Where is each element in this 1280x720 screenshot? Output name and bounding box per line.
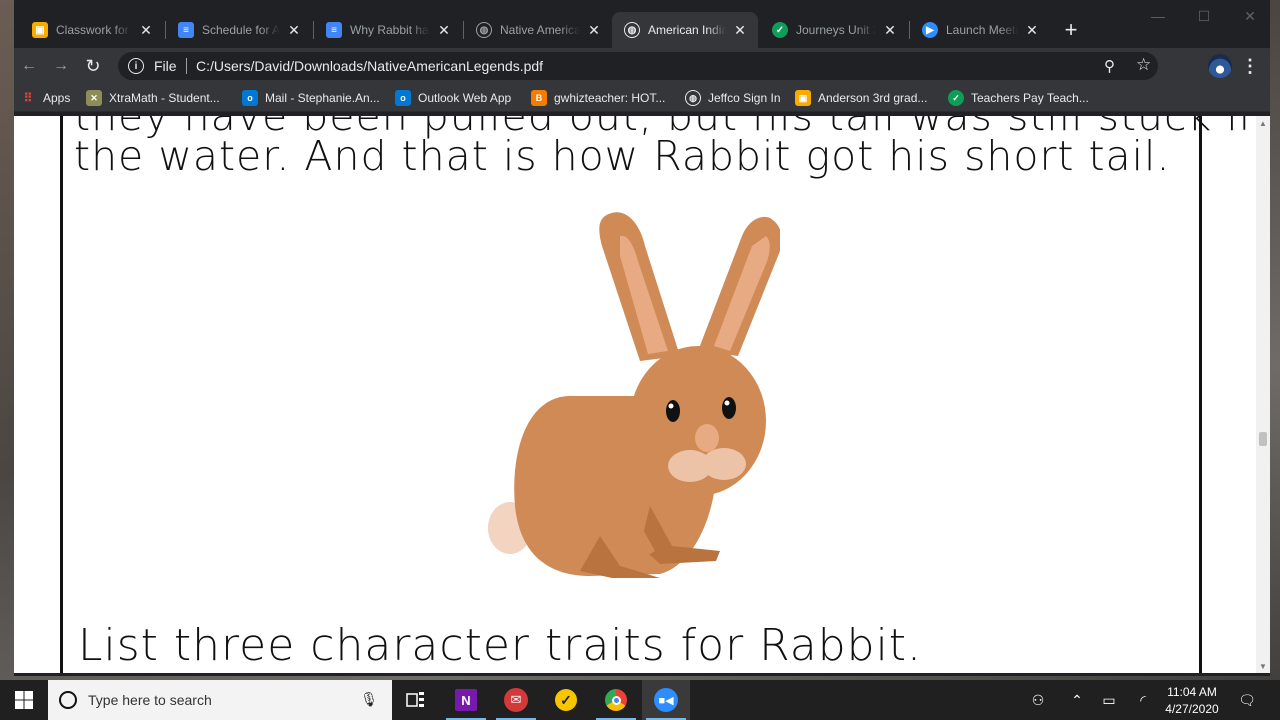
cortana-icon bbox=[59, 691, 77, 709]
windows-taskbar: Type here to search 🎙 N ✉ ✓ ■◀ ⚇ ⌃ ▭ ◜ 1… bbox=[0, 680, 1280, 720]
profile-avatar[interactable] bbox=[1208, 54, 1232, 78]
blogger-icon: B bbox=[531, 90, 547, 106]
outlook-icon: o bbox=[242, 90, 258, 106]
close-icon[interactable]: ✕ bbox=[586, 22, 602, 38]
system-clock[interactable]: 11:04 AM 4/27/2020 bbox=[1160, 684, 1224, 718]
chrome-menu-icon[interactable]: ⋮ bbox=[1241, 54, 1259, 78]
tab-why-rabbit[interactable]: ≡ Why Rabbit ha ✕ bbox=[314, 12, 462, 48]
scroll-up-arrow-icon[interactable]: ▲ bbox=[1256, 116, 1270, 130]
tpt-icon: ✓ bbox=[772, 22, 788, 38]
wifi-icon[interactable]: ◜ bbox=[1132, 680, 1154, 720]
chrome-window: ▣ Classwork for A ✕ ≡ Schedule for A ✕ ≡… bbox=[14, 0, 1270, 676]
norton-app[interactable]: ✓ bbox=[542, 680, 590, 720]
close-window-button[interactable]: ✕ bbox=[1230, 6, 1270, 26]
people-icon[interactable]: ⚇ bbox=[1026, 680, 1050, 720]
pdf-viewer[interactable]: they have been pulled out, but his tail … bbox=[14, 116, 1270, 673]
mail-icon: ✉ bbox=[504, 688, 528, 712]
minimize-button[interactable]: — bbox=[1138, 6, 1178, 26]
browser-toolbar: ← → ↻ i File C:/Users/David/Downloads/Na… bbox=[14, 48, 1270, 84]
bookmark-tpt[interactable]: ✓ Teachers Pay Teach... bbox=[948, 88, 1089, 108]
maximize-button[interactable]: ☐ bbox=[1184, 6, 1224, 26]
tab-native-america[interactable]: ◍ Native America ✕ bbox=[464, 12, 612, 48]
tab-launch-meeting[interactable]: ▶ Launch Meeting ✕ bbox=[910, 12, 1050, 48]
address-bar[interactable]: i File C:/Users/David/Downloads/NativeAm… bbox=[118, 52, 1158, 80]
classroom-icon: ▣ bbox=[32, 22, 48, 38]
chrome-app[interactable] bbox=[592, 680, 640, 720]
bookmarks-bar: ⠿ Apps ✕ XtraMath - Student... o Mail - … bbox=[14, 84, 1270, 112]
close-icon[interactable]: ✕ bbox=[286, 22, 302, 38]
back-button[interactable]: ← bbox=[16, 54, 42, 78]
globe-icon: ◍ bbox=[685, 90, 701, 106]
site-info-icon[interactable]: i bbox=[128, 58, 144, 74]
xtramath-icon: ✕ bbox=[86, 90, 102, 106]
page-border-left bbox=[60, 116, 63, 673]
action-center-icon[interactable]: 🗨 bbox=[1234, 680, 1260, 720]
bookmark-outlook[interactable]: o Outlook Web App bbox=[395, 88, 511, 108]
zoom-icon: ▶ bbox=[922, 22, 938, 38]
tray-chevron-icon[interactable]: ⌃ bbox=[1066, 680, 1088, 720]
url-text[interactable]: C:/Users/David/Downloads/NativeAmericanL… bbox=[196, 58, 543, 74]
globe-icon: ◍ bbox=[476, 22, 492, 38]
bookmark-gwhizteacher[interactable]: B gwhizteacher: HOT... bbox=[531, 88, 665, 108]
new-tab-button[interactable]: + bbox=[1058, 17, 1084, 43]
docs-icon: ≡ bbox=[326, 22, 342, 38]
url-divider bbox=[186, 58, 187, 74]
bookmark-apps[interactable]: ⠿ Apps bbox=[20, 88, 71, 108]
battery-icon[interactable]: ▭ bbox=[1098, 680, 1120, 720]
tab-classwork[interactable]: ▣ Classwork for A ✕ bbox=[20, 12, 164, 48]
url-scheme: File bbox=[154, 58, 177, 74]
forward-button[interactable]: → bbox=[48, 54, 74, 78]
zoom-app[interactable]: ■◀ bbox=[642, 680, 690, 720]
tpt-icon: ✓ bbox=[948, 90, 964, 106]
onenote-icon: N bbox=[455, 689, 477, 711]
task-view-icon bbox=[406, 692, 424, 707]
close-icon[interactable]: ✕ bbox=[732, 22, 748, 38]
pdf-text-line-1: the water. And that is how Rabbit got hi… bbox=[74, 132, 1171, 180]
tab-journeys[interactable]: ✓ Journeys Unit 2 ✕ bbox=[760, 12, 908, 48]
close-icon[interactable]: ✕ bbox=[882, 22, 898, 38]
outlook-icon: o bbox=[395, 90, 411, 106]
windows-logo-icon bbox=[15, 691, 33, 709]
tab-schedule[interactable]: ≡ Schedule for A ✕ bbox=[166, 12, 312, 48]
chrome-icon bbox=[605, 689, 627, 711]
zoom-icon[interactable]: ⚲ bbox=[1104, 57, 1115, 75]
norton-icon: ✓ bbox=[555, 689, 577, 711]
tab-strip: ▣ Classwork for A ✕ ≡ Schedule for A ✕ ≡… bbox=[14, 0, 1270, 48]
onenote-app[interactable]: N bbox=[442, 680, 490, 720]
bookmark-mail[interactable]: o Mail - Stephanie.An... bbox=[242, 88, 380, 108]
clock-time: 11:04 AM bbox=[1167, 685, 1217, 699]
taskbar-search[interactable]: Type here to search 🎙 bbox=[48, 680, 392, 720]
close-icon[interactable]: ✕ bbox=[436, 22, 452, 38]
microphone-icon[interactable]: 🎙 bbox=[360, 691, 378, 708]
apps-grid-icon: ⠿ bbox=[23, 91, 33, 105]
classroom-icon: ▣ bbox=[795, 90, 811, 106]
reload-button[interactable]: ↻ bbox=[80, 54, 106, 78]
bookmark-xtramath[interactable]: ✕ XtraMath - Student... bbox=[86, 88, 220, 108]
zoom-icon: ■◀ bbox=[654, 688, 678, 712]
globe-icon: ◍ bbox=[624, 22, 640, 38]
scroll-thumb[interactable] bbox=[1259, 432, 1267, 446]
bookmark-jeffco[interactable]: ◍ Jeffco Sign In bbox=[685, 88, 781, 108]
page-border-right bbox=[1199, 116, 1202, 673]
pdf-text-line-2: List three character traits for Rabbit. bbox=[78, 620, 923, 671]
vertical-scrollbar[interactable]: ▲ ▼ bbox=[1256, 116, 1270, 673]
tab-american-indian[interactable]: ◍ American Indian ✕ bbox=[612, 12, 758, 48]
clock-date: 4/27/2020 bbox=[1165, 702, 1219, 716]
docs-icon: ≡ bbox=[178, 22, 194, 38]
rabbit-illustration bbox=[488, 212, 780, 578]
bookmark-anderson[interactable]: ▣ Anderson 3rd grad... bbox=[795, 88, 927, 108]
close-icon[interactable]: ✕ bbox=[1024, 22, 1040, 38]
mail-app[interactable]: ✉ bbox=[492, 680, 540, 720]
close-icon[interactable]: ✕ bbox=[138, 22, 154, 38]
scroll-down-arrow-icon[interactable]: ▼ bbox=[1256, 659, 1270, 673]
task-view-button[interactable] bbox=[392, 680, 440, 720]
bookmark-star-icon[interactable]: ☆ bbox=[1136, 55, 1151, 75]
start-button[interactable] bbox=[0, 680, 48, 720]
